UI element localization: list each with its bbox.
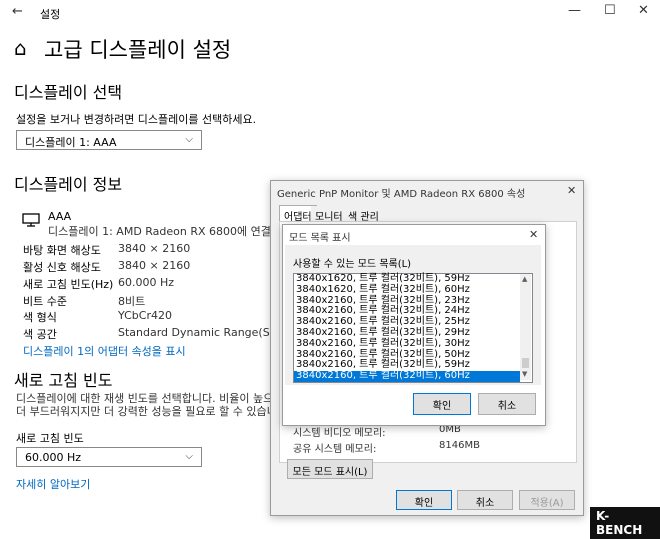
info-label: 색 형식 (23, 311, 57, 324)
scrollbar[interactable]: ▲ ▼ (520, 274, 531, 380)
apply-button: 적용(A) (519, 490, 575, 510)
scroll-thumb[interactable] (522, 358, 529, 368)
refresh-heading: 새로 고침 빈도 (14, 371, 113, 390)
refresh-description-2: 더 부드러워지지만 더 강력한 성능을 필요로 할 수 있습니다. (16, 405, 291, 418)
list-item-selected[interactable]: 3840x2160, 트루 컬러(32비트), 60Hz (294, 370, 520, 382)
modes-list: 3840x1620, 트루 컬러(32비트), 59Hz 3840x1620, … (294, 273, 520, 382)
chevron-down-icon: ⌵ (185, 451, 193, 462)
modes-dialog-title: 모드 목록 표시 (289, 233, 351, 244)
home-icon[interactable]: ⌂ (14, 36, 27, 60)
display-select-heading: 디스플레이 선택 (14, 83, 123, 102)
info-value: 3840 × 2160 (118, 259, 191, 272)
back-button[interactable]: ← (12, 4, 23, 19)
info-value: Standard Dynamic Range(SDR) (118, 326, 291, 339)
info-value: 8비트 (118, 295, 146, 308)
info-value: 60.000 Hz (118, 276, 175, 289)
learn-more-link[interactable]: 자세히 알아보기 (16, 476, 90, 492)
shared-memory-label: 공유 시스템 메모리: (293, 444, 377, 455)
modes-listbox[interactable]: 3840x1620, 트루 컬러(32비트), 59Hz 3840x1620, … (293, 273, 533, 383)
scroll-down-icon[interactable]: ▼ (522, 370, 527, 378)
cancel-button[interactable]: 취소 (457, 490, 513, 510)
monitor-name: AAA (48, 210, 72, 223)
maximize-button[interactable]: ☐ (604, 3, 616, 18)
refresh-rate-dropdown[interactable]: 60.000 Hz ⌵ (16, 447, 202, 467)
refresh-rate-value: 60.000 Hz (25, 451, 82, 464)
display-select-dropdown[interactable]: 디스플레이 1: AAA ⌵ (16, 130, 202, 150)
monitor-icon (22, 212, 40, 231)
display-select-description: 설정을 보거나 변경하려면 디스플레이를 선택하세요. (16, 113, 257, 126)
window-title: 설정 (40, 8, 61, 21)
scroll-up-icon[interactable]: ▲ (522, 275, 527, 283)
chevron-down-icon: ⌵ (185, 134, 193, 145)
modes-list-label: 사용할 수 있는 모드 목록(L) (293, 259, 412, 270)
list-all-modes-button[interactable]: 모든 모드 표시(L) (287, 459, 373, 479)
info-value: 3840 × 2160 (118, 242, 191, 255)
info-label: 색 공간 (23, 328, 57, 341)
info-label: 바탕 화면 해상도 (23, 244, 101, 257)
list-item[interactable]: 3840x1620, 트루 컬러(32비트), 60Hz (294, 284, 520, 296)
display-select-value: 디스플레이 1: AAA (25, 136, 117, 149)
close-button[interactable]: ✕ (638, 3, 649, 18)
ok-button[interactable]: 확인 (396, 490, 452, 510)
kbench-watermark: K-BENCH (590, 507, 660, 539)
info-label: 비트 수준 (23, 295, 67, 308)
minimize-button[interactable]: — (568, 3, 581, 18)
modes-ok-button[interactable]: 확인 (413, 393, 471, 415)
close-icon[interactable]: ✕ (567, 184, 576, 197)
adapter-properties-link[interactable]: 디스플레이 1의 어댑터 속성을 표시 (23, 343, 186, 359)
page-title: 고급 디스플레이 설정 (44, 38, 232, 62)
info-label: 새로 고침 빈도(Hz) (23, 278, 114, 291)
refresh-rate-label: 새로 고침 빈도 (16, 432, 84, 445)
monitor-connection: 디스플레이 1: AMD Radeon RX 6800에 연결됨 (48, 225, 282, 238)
system-video-memory-label: 시스템 비디오 메모리: (293, 428, 386, 439)
display-info-heading: 디스플레이 정보 (14, 175, 123, 194)
list-item[interactable]: 3840x2160, 트루 컬러(32비트), 30Hz (294, 338, 520, 350)
shared-memory-value: 8146MB (439, 440, 480, 451)
properties-dialog-title: Generic PnP Monitor 및 AMD Radeon RX 6800… (277, 189, 526, 200)
modes-dialog: 모드 목록 표시 ✕ 사용할 수 있는 모드 목록(L) 3840x1620, … (282, 224, 546, 426)
close-icon[interactable]: ✕ (529, 228, 538, 241)
info-label: 활성 신호 해상도 (23, 261, 101, 274)
modes-cancel-button[interactable]: 취소 (478, 393, 536, 415)
info-value: YCbCr420 (118, 309, 172, 322)
